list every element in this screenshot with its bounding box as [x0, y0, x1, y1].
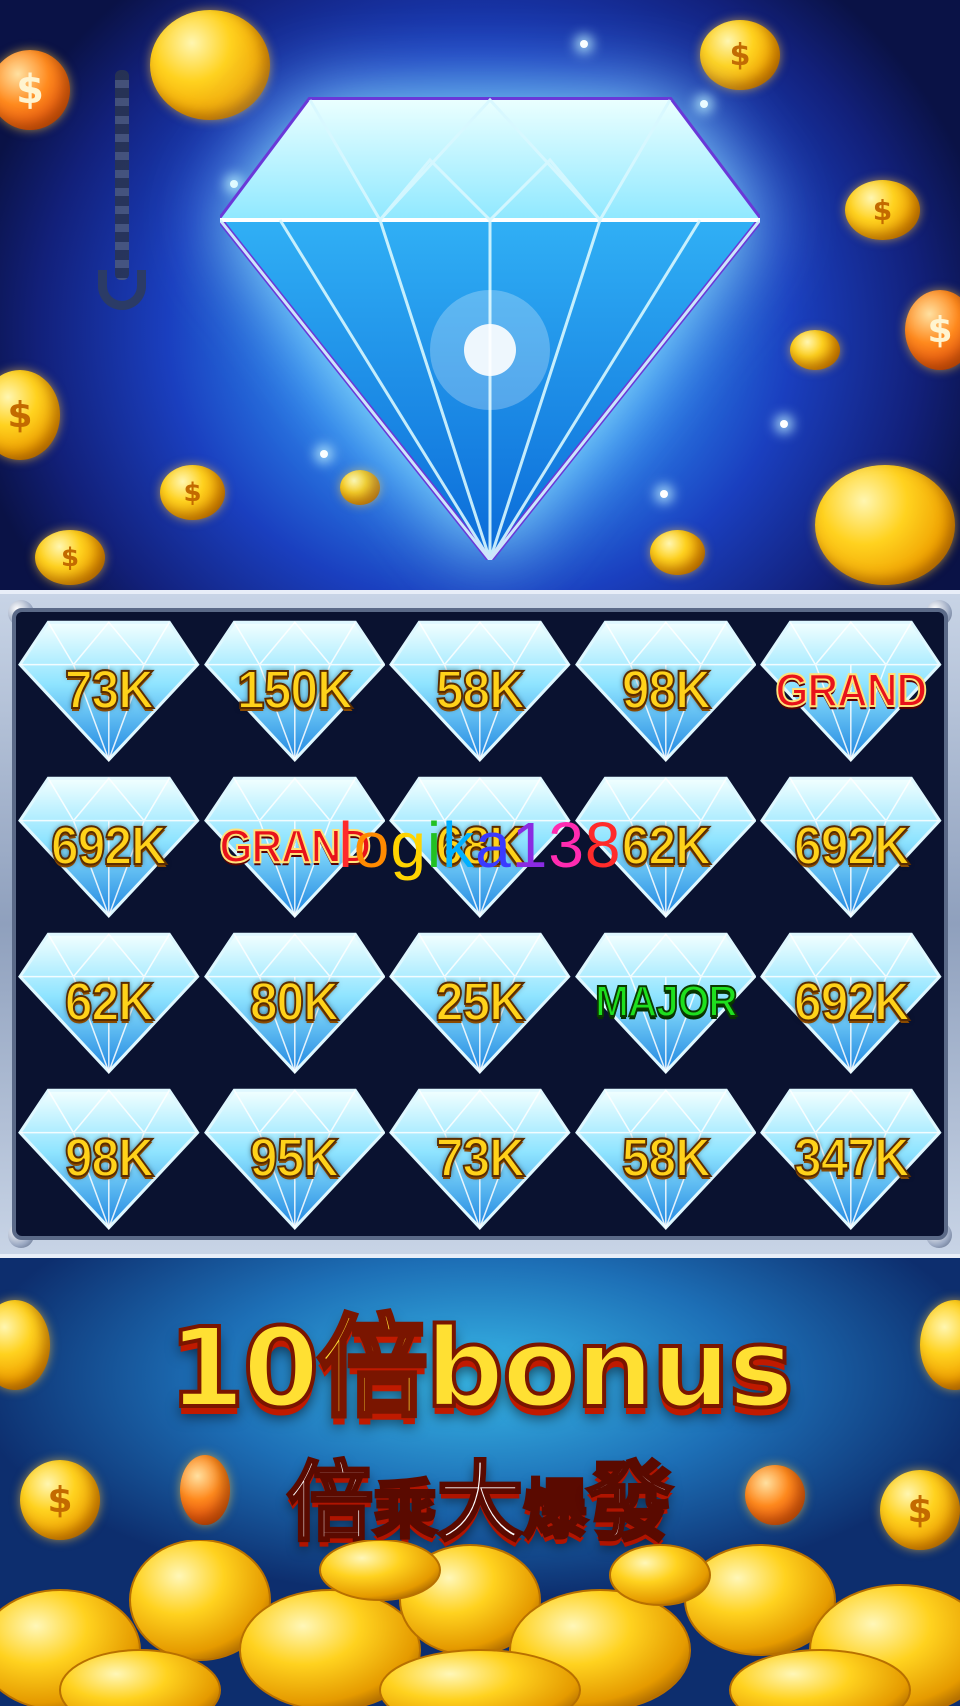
coin-icon: $ [35, 530, 105, 585]
watermark-letter: k [442, 809, 476, 881]
watermark-letter: o [353, 809, 391, 881]
prize-value: 62K [64, 971, 155, 1033]
prize-value: 25K [435, 971, 526, 1033]
reel-cell: 98K [573, 612, 759, 768]
reel-cell: 58K [573, 1080, 759, 1236]
sparkle-decoration [780, 420, 788, 428]
reel-cell: 80K [202, 924, 388, 1080]
prize-value: 98K [64, 1127, 155, 1189]
reel-cell: 58K [387, 612, 573, 768]
watermark-letter: 8 [584, 809, 622, 881]
prize-value: 347K [793, 1127, 911, 1189]
prize-value: 58K [620, 1127, 711, 1189]
coin-icon [790, 330, 840, 370]
coin-icon: $ [160, 465, 225, 520]
prize-value: 58K [435, 659, 526, 721]
prize-value: 692K [793, 971, 911, 1033]
promo-headline: 10倍bonus [166, 1302, 795, 1434]
watermark-letter: g [390, 809, 427, 881]
promo-subheadline: 倍乘大爆發 [0, 1432, 960, 1557]
reel-cell: 25K [387, 924, 573, 1080]
watermark-text: logika138 [0, 808, 960, 882]
reel-cell: 150K [202, 612, 388, 768]
coin-icon: $ [845, 180, 920, 240]
chain-decoration [115, 70, 129, 280]
prize-value: MAJOR [594, 976, 738, 1027]
reels-frame: 73K 150K 58K 98K GRAND 692K GRAND 68K 62… [0, 590, 960, 1258]
reel-cell: 73K [16, 612, 202, 768]
slot-game-screen: $ $ $ $ $ $ $ 73K 150K 58K 98K GRAND 692… [0, 0, 960, 1706]
coin-icon: $ [0, 50, 70, 130]
promo-char: 爆 [522, 1473, 589, 1550]
reel-grid[interactable]: 73K 150K 58K 98K GRAND 692K GRAND 68K 62… [12, 608, 948, 1240]
watermark-letter: 3 [548, 809, 585, 881]
reel-cell: 62K [16, 924, 202, 1080]
reel-cell: GRAND [758, 612, 944, 768]
coin-icon: $ [0, 370, 60, 460]
promo-char: 倍 [286, 1452, 375, 1555]
coin-icon: $ [905, 290, 960, 370]
reel-cell: MAJOR [573, 924, 759, 1080]
watermark-letter: l [338, 809, 354, 881]
promo-char: 發 [586, 1452, 675, 1555]
prize-value: 98K [620, 659, 711, 721]
prize-value: 150K [236, 659, 354, 721]
prize-value: GRAND [775, 663, 928, 717]
reel-cell: 347K [758, 1080, 944, 1236]
watermark-letter: 1 [511, 809, 549, 881]
promo-char: 乘 [372, 1473, 439, 1550]
prize-value: 95K [249, 1127, 340, 1189]
reel-cell: 692K [758, 924, 944, 1080]
prize-value: 73K [64, 659, 155, 721]
reel-cell: 98K [16, 1080, 202, 1236]
coin-icon [815, 465, 955, 585]
big-diamond-icon [220, 97, 760, 560]
coin-pile-icon [0, 1540, 960, 1706]
prize-value: 73K [435, 1127, 526, 1189]
watermark-letter: a [475, 809, 512, 881]
reel-cell: 95K [202, 1080, 388, 1236]
prize-value: 80K [249, 971, 340, 1033]
promo-char: 大 [436, 1452, 525, 1555]
watermark-letter: i [426, 809, 443, 881]
hook-decoration [98, 270, 146, 310]
sparkle-decoration [580, 40, 588, 48]
reel-cell: 73K [387, 1080, 573, 1236]
